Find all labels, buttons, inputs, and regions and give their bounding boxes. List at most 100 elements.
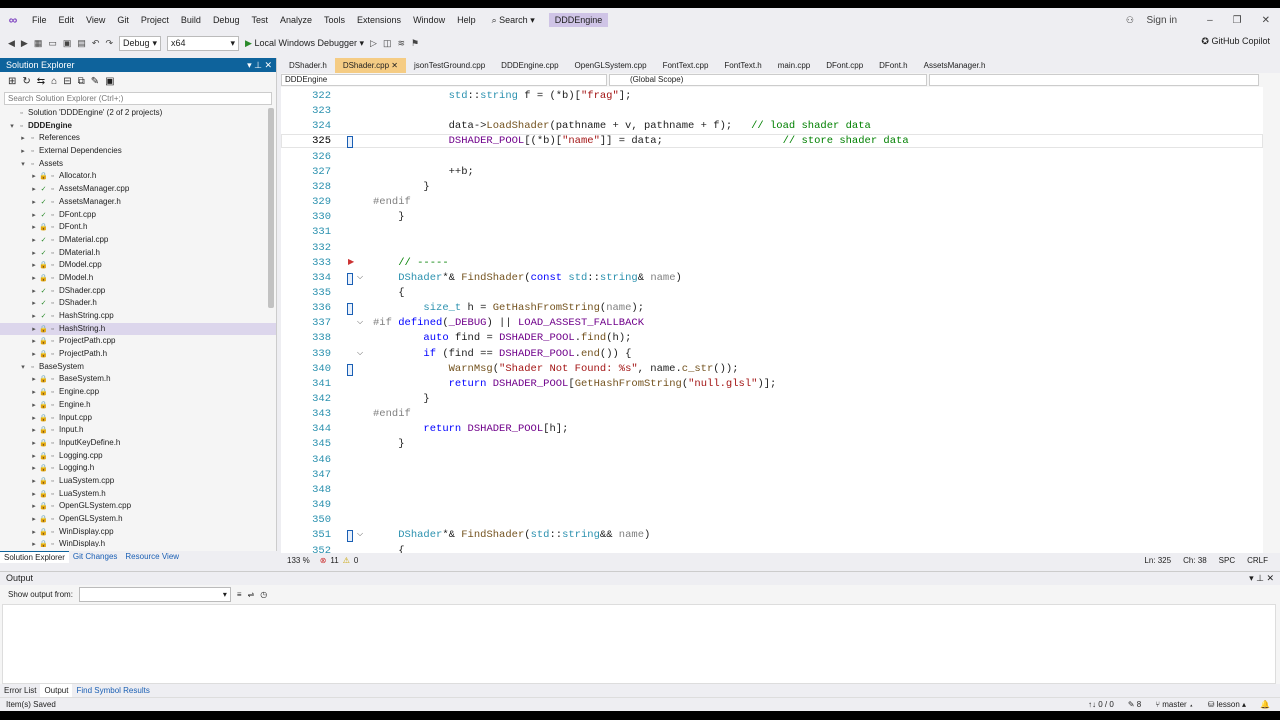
code-line[interactable]: DShader*& FindShader(const std::string& … bbox=[373, 272, 682, 284]
menu-item-file[interactable]: File bbox=[26, 8, 53, 32]
config-select[interactable]: Debug ▾ bbox=[119, 35, 161, 51]
code-line[interactable]: } bbox=[373, 393, 429, 405]
clear-icon[interactable]: ≡ bbox=[237, 590, 242, 599]
tree-item[interactable]: ▾ ▫ DDDEngine bbox=[0, 120, 276, 133]
fold-chevron-icon[interactable]: ⌵ bbox=[357, 348, 363, 358]
change-marker-icon[interactable] bbox=[347, 136, 353, 149]
tree-item[interactable]: ▸ ✓ ▫ DShader.cpp bbox=[0, 285, 276, 298]
menu-item-build[interactable]: Build bbox=[175, 8, 207, 32]
editor-tab[interactable]: FontText.cpp bbox=[655, 58, 717, 73]
tree-item[interactable]: ▸ 🔒 ▫ OpenGLSystem.h bbox=[0, 513, 276, 526]
output-text-area[interactable] bbox=[2, 604, 1276, 684]
tree-item[interactable]: ▸ 🔒 ▫ HashString.h bbox=[0, 322, 276, 336]
code-line[interactable]: WarnMsg("Shader Not Found: %s", name.c_s… bbox=[373, 363, 739, 375]
code-line[interactable]: #endif bbox=[373, 408, 411, 420]
tree-item[interactable]: ▸ ✓ ▫ AssetsManager.h bbox=[0, 196, 276, 209]
tab-solution-explorer[interactable]: Solution Explorer bbox=[0, 551, 69, 563]
editor-tab[interactable]: FontText.h bbox=[716, 58, 769, 73]
code-line[interactable]: return DSHADER_POOL[h]; bbox=[373, 423, 568, 435]
fold-chevron-icon[interactable]: ⌵ bbox=[357, 272, 363, 282]
tree-item[interactable]: ▸ 🔒 ▫ DModel.cpp bbox=[0, 259, 276, 272]
code-line[interactable]: auto find = DSHADER_POOL.find(h); bbox=[373, 332, 631, 344]
format-icon[interactable]: ≋ bbox=[397, 38, 405, 49]
code-line[interactable]: DSHADER_POOL[(*b)["name"]] = data; // st… bbox=[373, 135, 909, 147]
tree-item[interactable]: ▸ 🔒 ▫ WinDisplay.cpp bbox=[0, 526, 276, 539]
tree-item[interactable]: ▸ 🔒 ▫ Logging.h bbox=[0, 462, 276, 475]
tab-output[interactable]: Output bbox=[40, 684, 73, 697]
code-line[interactable]: { bbox=[373, 545, 404, 554]
tree-item[interactable]: ▸ ✓ ▫ DShader.h bbox=[0, 297, 276, 310]
expand-icon[interactable]: ▸ bbox=[29, 539, 39, 547]
forward-icon[interactable]: ▶ bbox=[21, 38, 28, 49]
code-line[interactable]: std::string f = (*b)["frag"]; bbox=[373, 90, 632, 102]
save-all-icon[interactable]: ▤ bbox=[77, 38, 86, 49]
breakpoint-arrow-icon[interactable]: ▶ bbox=[348, 257, 354, 266]
open-icon[interactable]: ▭ bbox=[48, 38, 57, 49]
back-icon[interactable]: ◀ bbox=[8, 38, 15, 49]
repo-button[interactable]: ⛁ lesson ▴ bbox=[1208, 700, 1246, 709]
platform-select[interactable]: x64 ▾ bbox=[167, 35, 239, 51]
code-line[interactable]: ++b; bbox=[373, 166, 474, 178]
solution-search-input[interactable]: Search Solution Explorer (Ctrl+;) bbox=[4, 92, 272, 105]
code-line[interactable]: { bbox=[373, 287, 404, 299]
tree-item[interactable]: ▸ 🔒 ▫ Engine.h bbox=[0, 399, 276, 412]
change-marker-icon[interactable] bbox=[347, 272, 353, 285]
sync-counts[interactable]: ↑↓ 0 / 0 bbox=[1088, 700, 1114, 709]
show-all-icon[interactable]: ⧉ bbox=[78, 76, 85, 87]
code-line[interactable]: return DSHADER_POOL[GetHashFromString("n… bbox=[373, 378, 777, 390]
tree-item[interactable]: ▸ 🔒 ▫ Input.h bbox=[0, 424, 276, 437]
tree-item[interactable]: ▫ Solution 'DDDEngine' (2 of 2 projects) bbox=[0, 107, 276, 120]
code-line[interactable]: // ----- bbox=[373, 257, 448, 269]
editor-tab[interactable]: DFont.h bbox=[871, 58, 915, 73]
tree-item[interactable]: ▸ ▫ References bbox=[0, 132, 276, 145]
fold-chevron-icon[interactable]: ⌵ bbox=[357, 317, 363, 327]
editor-scrollbar[interactable] bbox=[1263, 87, 1280, 553]
tree-item[interactable]: ▸ 🔒 ▫ DModel.h bbox=[0, 272, 276, 285]
pane-controls[interactable]: ▾ ⊥ ✕ bbox=[247, 58, 272, 72]
change-marker-icon[interactable] bbox=[347, 530, 353, 543]
tree-item[interactable]: ▸ 🔒 ▫ Input.cpp bbox=[0, 412, 276, 425]
pane-controls[interactable]: ▾ ⊥ ✕ bbox=[1249, 572, 1274, 585]
tree-item[interactable]: ▸ 🔒 ▫ WinDisplay.h bbox=[0, 538, 276, 547]
whitespace-mode[interactable]: SPC bbox=[1219, 556, 1235, 565]
project-select[interactable]: DDDEngine bbox=[281, 74, 607, 86]
tree-item[interactable]: ▸ 🔒 ▫ Logging.cpp bbox=[0, 450, 276, 463]
warning-count[interactable]: 0 bbox=[354, 556, 358, 565]
tree-item[interactable]: ▸ 🔒 ▫ LuaSystem.h bbox=[0, 488, 276, 501]
editor-tab[interactable]: DDDEngine.cpp bbox=[493, 58, 566, 73]
menu-item-project[interactable]: Project bbox=[135, 8, 175, 32]
branch-button[interactable]: ⑂ master ▴ bbox=[1155, 700, 1194, 709]
search-button[interactable]: ⌕ Search ▾ bbox=[486, 15, 541, 26]
new-item-icon[interactable]: ▦ bbox=[34, 38, 43, 49]
tab-resource-view[interactable]: Resource View bbox=[121, 551, 183, 563]
menu-item-window[interactable]: Window bbox=[407, 8, 451, 32]
tree-item[interactable]: ▸ 🔒 ▫ DFont.h bbox=[0, 221, 276, 234]
menu-item-edit[interactable]: Edit bbox=[53, 8, 81, 32]
wrap-icon[interactable]: ⇌ bbox=[248, 590, 255, 599]
tree-item[interactable]: ▸ 🔒 ▫ OpenGLSystem.cpp bbox=[0, 500, 276, 513]
sync-icon[interactable]: ⊞ bbox=[8, 76, 16, 87]
tree-item[interactable]: ▸ 🔒 ▫ LuaSystem.cpp bbox=[0, 475, 276, 488]
preview-icon[interactable]: ▣ bbox=[105, 76, 114, 87]
code-line[interactable]: #if defined(_DEBUG) || LOAD_ASSEST_FALLB… bbox=[373, 317, 644, 329]
scope-select[interactable]: (Global Scope) bbox=[609, 74, 927, 86]
code-line[interactable]: data->LoadShader(pathname + v, pathname … bbox=[373, 120, 871, 132]
tree-item[interactable]: ▸ ✓ ▫ DMaterial.cpp bbox=[0, 234, 276, 247]
copilot-button[interactable]: ✪ GitHub Copilot bbox=[1201, 36, 1270, 47]
code-line[interactable]: } bbox=[373, 211, 404, 223]
tree-scrollbar[interactable] bbox=[268, 108, 274, 308]
home-icon[interactable]: ⌂ bbox=[51, 76, 57, 87]
tree-item[interactable]: ▸ ✓ ▫ DFont.cpp bbox=[0, 209, 276, 222]
menu-item-view[interactable]: View bbox=[80, 8, 111, 32]
change-marker-icon[interactable] bbox=[347, 363, 353, 376]
notifications-icon[interactable]: 🔔 bbox=[1260, 700, 1270, 709]
restore-icon[interactable]: ❐ bbox=[1223, 15, 1252, 26]
member-select[interactable] bbox=[929, 74, 1259, 86]
fold-chevron-icon[interactable]: ⌵ bbox=[357, 529, 363, 539]
menu-item-analyze[interactable]: Analyze bbox=[274, 8, 318, 32]
menu-item-debug[interactable]: Debug bbox=[207, 8, 246, 32]
editor-tab[interactable]: DFont.cpp bbox=[818, 58, 871, 73]
tools-icon[interactable]: ◫ bbox=[383, 38, 392, 49]
tree-item[interactable]: ▸ 🔒 ▫ BaseSystem.h bbox=[0, 373, 276, 386]
tree-item[interactable]: ▾ ▫ Assets bbox=[0, 158, 276, 171]
